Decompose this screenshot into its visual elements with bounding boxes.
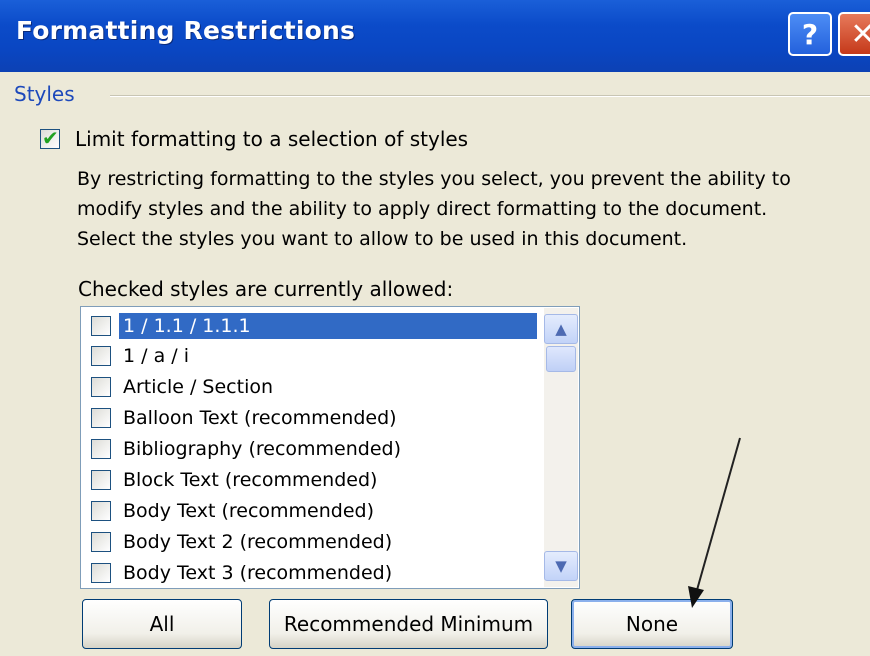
style-checkbox[interactable] (91, 532, 111, 552)
group-divider (110, 95, 870, 97)
title-bar[interactable]: Formatting Restrictions ? ✕ (0, 0, 870, 72)
style-list-item[interactable]: Block Text (recommended) (81, 466, 541, 494)
style-list-item[interactable]: 1 / a / i (81, 342, 541, 370)
description-line: Select the styles you want to allow to b… (77, 228, 688, 250)
style-checkbox[interactable] (91, 470, 111, 490)
help-button[interactable]: ? (788, 12, 832, 56)
close-icon: ✕ (850, 16, 870, 52)
style-list-item[interactable]: Body Text (recommended) (81, 497, 541, 525)
style-label: Bibliography (recommended) (123, 438, 401, 460)
formatting-restrictions-dialog: Formatting Restrictions ? ✕ Styles ✔ Lim… (0, 0, 870, 656)
listbox-scrollbar[interactable]: ▲ ▼ (544, 308, 578, 587)
style-label: Balloon Text (recommended) (123, 407, 397, 429)
style-list-item[interactable]: Article / Section (81, 373, 541, 401)
limit-formatting-label[interactable]: Limit formatting to a selection of style… (75, 127, 468, 151)
style-checkbox[interactable] (91, 316, 111, 336)
close-button[interactable]: ✕ (838, 12, 870, 56)
scrollbar-thumb[interactable] (546, 346, 576, 372)
style-label: Body Text 2 (recommended) (123, 531, 393, 553)
limit-formatting-checkbox[interactable]: ✔ (40, 126, 60, 150)
description-line: modify styles and the ability to apply d… (77, 198, 768, 220)
style-list-item[interactable]: Body Text 3 (recommended) (81, 559, 541, 587)
chevron-down-icon: ▼ (555, 557, 567, 575)
style-label: Body Text 3 (recommended) (123, 562, 393, 584)
style-label: 1 / 1.1 / 1.1.1 (119, 313, 537, 339)
style-checkbox[interactable] (91, 439, 111, 459)
style-checkbox[interactable] (91, 346, 111, 366)
allowed-styles-label: Checked styles are currently allowed: (78, 277, 454, 301)
style-checkbox[interactable] (91, 377, 111, 397)
style-checkbox[interactable] (91, 563, 111, 583)
checkmark-icon: ✔ (42, 126, 59, 150)
style-checkbox[interactable] (91, 408, 111, 428)
style-list-item[interactable]: Body Text 2 (recommended) (81, 528, 541, 556)
styles-listbox[interactable]: 1 / 1.1 / 1.1.1 1 / a / i Article / Sect… (80, 306, 580, 589)
style-list-item[interactable]: Bibliography (recommended) (81, 435, 541, 463)
chevron-up-icon: ▲ (555, 320, 567, 338)
styles-group-label: Styles (14, 82, 75, 106)
style-list-item[interactable]: 1 / 1.1 / 1.1.1 (81, 312, 541, 340)
dialog-title: Formatting Restrictions (16, 16, 356, 45)
recommended-minimum-button[interactable]: Recommended Minimum (269, 599, 548, 649)
style-label: 1 / a / i (123, 345, 189, 367)
scroll-down-button[interactable]: ▼ (544, 551, 578, 581)
style-list-item[interactable]: Balloon Text (recommended) (81, 404, 541, 432)
style-label: Body Text (recommended) (123, 500, 375, 522)
description-line: By restricting formatting to the styles … (77, 168, 791, 190)
scroll-up-button[interactable]: ▲ (544, 314, 578, 344)
style-label: Block Text (recommended) (123, 469, 378, 491)
none-button[interactable]: None (571, 599, 733, 649)
all-button[interactable]: All (82, 599, 242, 649)
style-checkbox[interactable] (91, 501, 111, 521)
style-label: Article / Section (123, 376, 274, 398)
help-icon: ? (801, 17, 819, 51)
